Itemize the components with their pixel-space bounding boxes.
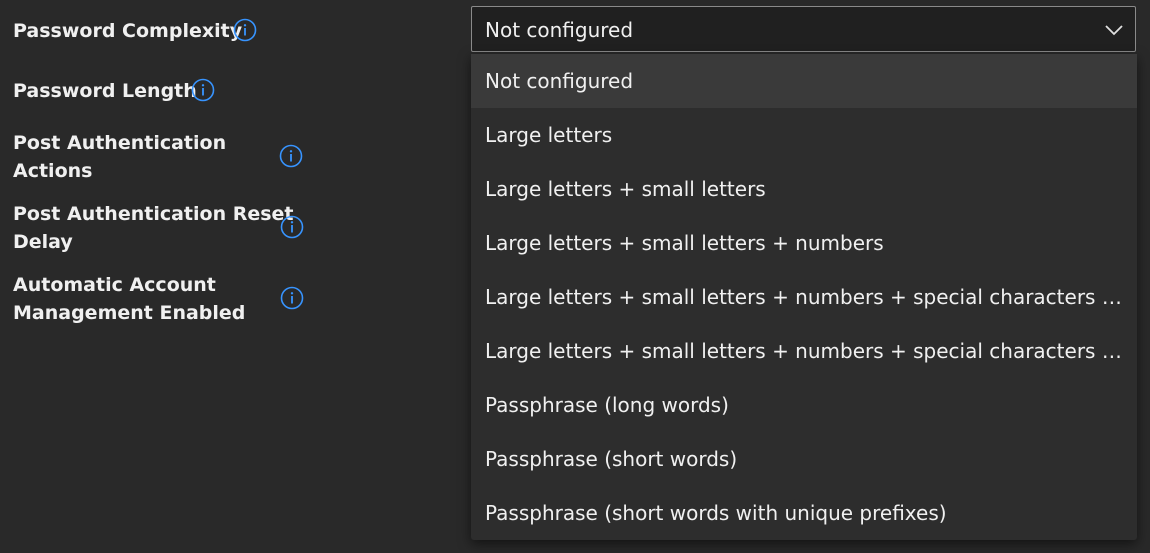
password-complexity-select[interactable]: Not configured <box>471 6 1136 52</box>
option-passphrase-short[interactable]: Passphrase (short words) <box>471 432 1137 486</box>
password-complexity-label: Password Complexity <box>13 20 243 42</box>
option-not-configured[interactable]: Not configured <box>471 54 1137 108</box>
option-passphrase-short-unique-prefixes[interactable]: Passphrase (short words with unique pref… <box>471 486 1137 540</box>
select-value: Not configured <box>485 18 634 42</box>
password-length-label: Password Length <box>13 80 197 102</box>
info-icon[interactable] <box>280 286 304 310</box>
option-large-small-numbers-special-default[interactable]: Large letters + small letters + numbers … <box>471 270 1137 324</box>
option-passphrase-long[interactable]: Passphrase (long words) <box>471 378 1137 432</box>
label-line: Automatic Account <box>13 274 216 296</box>
option-large-letters[interactable]: Large letters <box>471 108 1137 162</box>
post-authentication-actions-label: Post Authentication Actions <box>13 129 226 185</box>
option-large-small-numbers[interactable]: Large letters + small letters + numbers <box>471 216 1137 270</box>
label-line: Post Authentication Reset <box>13 203 294 225</box>
settings-panel: Password Complexity Password Length Post… <box>0 0 1150 553</box>
chevron-down-icon <box>1103 20 1125 40</box>
dropdown-list: Not configured Large letters Large lette… <box>471 54 1137 540</box>
post-authentication-reset-delay-label: Post Authentication Reset Delay <box>13 200 294 256</box>
automatic-account-management-label: Automatic Account Management Enabled <box>13 271 245 327</box>
option-large-small-letters[interactable]: Large letters + small letters <box>471 162 1137 216</box>
label-line: Actions <box>13 160 93 182</box>
option-large-small-numbers-special-improved[interactable]: Large letters + small letters + numbers … <box>471 324 1137 378</box>
info-icon[interactable] <box>280 215 304 239</box>
label-line: Post Authentication <box>13 132 227 154</box>
info-icon[interactable] <box>233 18 257 42</box>
label-line: Management Enabled <box>13 302 246 324</box>
info-icon[interactable] <box>191 78 215 102</box>
label-line: Delay <box>13 231 73 253</box>
info-icon[interactable] <box>279 144 303 168</box>
